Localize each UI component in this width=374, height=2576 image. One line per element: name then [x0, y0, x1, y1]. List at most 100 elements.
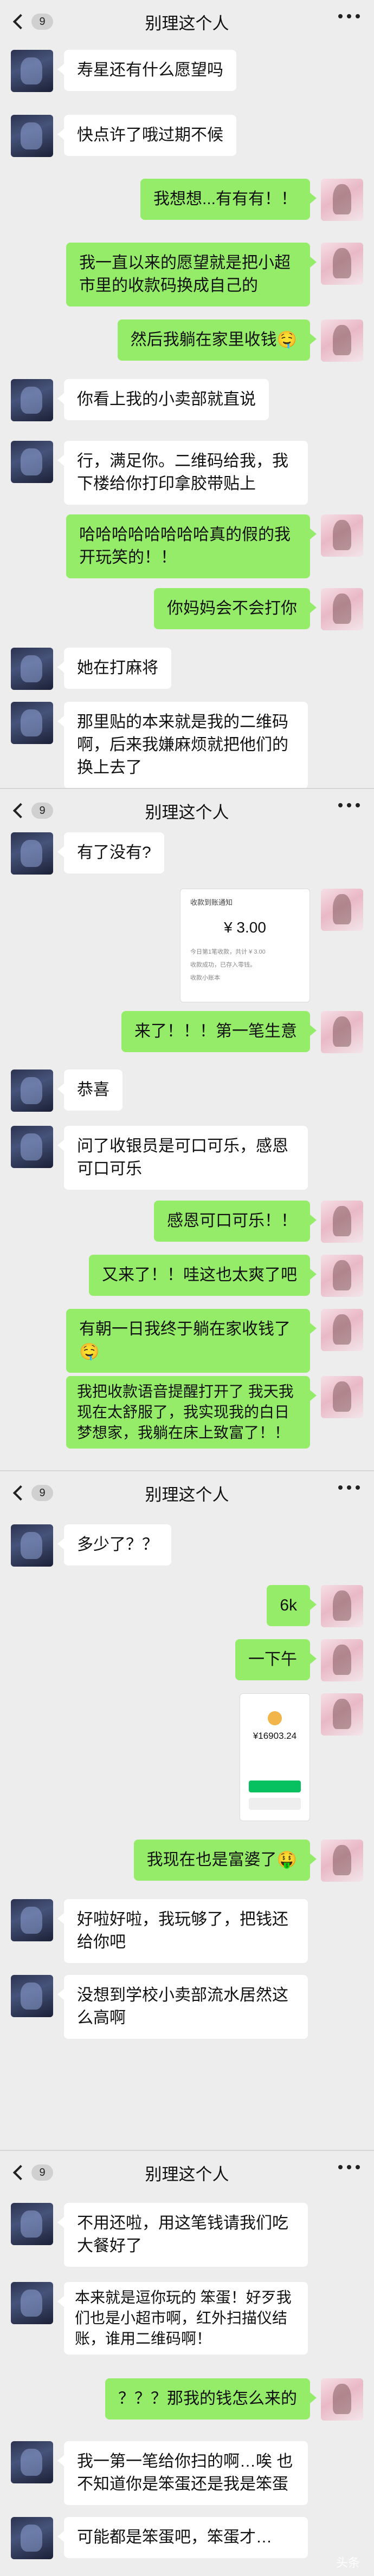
self-avatar[interactable]	[321, 1376, 363, 1418]
message-row: 我现在也是富婆了🤑	[133, 1840, 363, 1882]
message-bubble[interactable]: 感恩可口可乐！！	[154, 1201, 317, 1242]
self-avatar[interactable]	[321, 1255, 363, 1297]
message-bubble[interactable]: 一下午	[235, 1639, 317, 1680]
self-avatar[interactable]	[321, 1639, 363, 1681]
self-avatar[interactable]	[321, 243, 363, 285]
message-bubble[interactable]: 没想到学校小卖部流水居然这么高啊	[57, 1975, 308, 2039]
self-avatar[interactable]	[321, 1693, 363, 1736]
self-avatar[interactable]	[321, 2378, 363, 2421]
message-row: 一下午	[235, 1639, 363, 1681]
message-bubble[interactable]: 她在打麻将	[57, 648, 171, 689]
contact-avatar[interactable]	[11, 441, 53, 483]
contact-avatar[interactable]	[11, 832, 53, 875]
chat-title: 别理这个人	[145, 14, 229, 33]
message-row: 没想到学校小卖部流水居然这么高啊	[11, 1975, 308, 2039]
message-bubble[interactable]: 你妈妈会不会打你	[154, 588, 317, 629]
message-bubble[interactable]: 我一第一笔给你扫的啊…唉 也不知道你是笨蛋还是我是笨蛋	[57, 2441, 308, 2505]
back-button[interactable]: 9	[12, 0, 53, 43]
message-bubble[interactable]: 然后我躺在家里收钱🤤	[117, 319, 317, 361]
coin-icon	[268, 1711, 282, 1725]
message-row: 我想想...有有有！！	[140, 179, 363, 221]
chat-screen-2: 9 别理这个人 有了没有? 收款到账通知 ¥ 3.00 今日第1笔收款，共计 ¥…	[0, 788, 374, 1470]
more-options-icon[interactable]	[338, 1485, 360, 1490]
back-button[interactable]: 9	[12, 2151, 53, 2194]
contact-avatar[interactable]	[11, 2282, 53, 2324]
message-bubble[interactable]: 恭喜	[57, 1069, 122, 1111]
message-row: 寿星还有什么愿望吗	[11, 50, 236, 92]
message-bubble[interactable]: 问了收银员是可口可乐，感恩可口可乐	[57, 1126, 308, 1190]
message-bubble[interactable]: 我一直以来的愿望就是把小超市里的收款码换成自己的	[66, 243, 317, 306]
chat-title: 别理这个人	[145, 1485, 229, 1504]
more-options-icon[interactable]	[338, 803, 360, 807]
unread-count-badge: 9	[31, 803, 53, 819]
contact-avatar[interactable]	[11, 702, 53, 744]
message-bubble[interactable]: 有朝一日我终于躺在家收钱了🤤	[66, 1309, 317, 1373]
contact-avatar[interactable]	[11, 2441, 53, 2483]
wallet-balance-screenshot[interactable]: ¥16903.24	[240, 1693, 310, 1821]
message-bubble[interactable]: 你看上我的小卖部就直说	[57, 379, 269, 420]
message-row: 哈哈哈哈哈哈哈哈真的假的我开玩笑的！！	[66, 514, 363, 578]
message-row: 恭喜	[11, 1069, 122, 1112]
message-bubble[interactable]: 多少了？？	[57, 1524, 171, 1566]
message-bubble[interactable]: 那里贴的本来就是我的二维码啊，后来我嫌麻烦就把他们的换上去了	[57, 702, 308, 788]
message-bubble[interactable]: 本来就是逗你玩的 笨蛋！好歹我们也是小超市啊，红外扫描仪结账，谁用二维码啊！	[57, 2282, 308, 2355]
message-bubble[interactable]: 快点许了哦过期不候	[57, 115, 236, 156]
message-bubble[interactable]: ？？？那我的钱怎么来的	[105, 2378, 317, 2420]
more-options-icon[interactable]	[338, 2165, 360, 2169]
message-bubble[interactable]: 有了没有?	[57, 832, 164, 873]
self-avatar[interactable]	[321, 889, 363, 931]
message-bubble[interactable]: 又来了！！哇这也太爽了吧	[89, 1255, 317, 1296]
unread-count-badge: 9	[31, 14, 53, 30]
contact-avatar[interactable]	[11, 2203, 53, 2245]
message-row: 问了收银员是可口可乐，感恩可口可乐	[11, 1126, 308, 1190]
self-avatar[interactable]	[321, 1309, 363, 1351]
self-avatar[interactable]	[321, 1201, 363, 1243]
message-bubble[interactable]: 可能都是笨蛋吧，笨蛋才…	[57, 2517, 308, 2558]
chevron-left-icon	[12, 2164, 29, 2181]
message-row: 可能都是笨蛋吧，笨蛋才…	[11, 2517, 308, 2559]
contact-avatar[interactable]	[11, 1975, 53, 2017]
chat-screenshot-collage: 9 别理这个人 寿星还有什么愿望吗 快点许了哦过期不候 我想想...有有有！！ …	[0, 0, 374, 2576]
contact-avatar[interactable]	[11, 2517, 53, 2559]
back-button[interactable]: 9	[12, 1471, 53, 1515]
self-avatar[interactable]	[321, 514, 363, 557]
contact-avatar[interactable]	[11, 1524, 53, 1567]
message-bubble[interactable]: 我现在也是富婆了🤑	[133, 1840, 317, 1881]
message-row: 有了没有?	[11, 832, 164, 875]
message-bubble[interactable]: 来了！！！第一笔生意	[121, 1011, 317, 1052]
message-row: 我一第一笔给你扫的啊…唉 也不知道你是笨蛋还是我是笨蛋	[11, 2441, 308, 2505]
contact-avatar[interactable]	[11, 648, 53, 690]
self-avatar[interactable]	[321, 588, 363, 630]
contact-avatar[interactable]	[11, 50, 53, 92]
message-row: 多少了？？	[11, 1524, 171, 1567]
self-avatar[interactable]	[321, 1840, 363, 1882]
contact-avatar[interactable]	[11, 1899, 53, 1941]
back-button[interactable]: 9	[12, 789, 53, 832]
contact-avatar[interactable]	[11, 1126, 53, 1168]
message-bubble[interactable]: 行，满足你。二维码给我，我下楼给你打印拿胶带贴上	[57, 441, 308, 505]
message-row: 你妈妈会不会打你	[154, 588, 363, 630]
message-bubble[interactable]: 我把收款语音提醒打开了 我天我现在太舒服了，我实现我的白日梦想家，我躺在床上致富…	[66, 1376, 317, 1449]
message-bubble[interactable]: 不用还啦，用这笔钱请我们吃大餐好了	[57, 2203, 308, 2267]
message-bubble[interactable]: 哈哈哈哈哈哈哈哈真的假的我开玩笑的！！	[66, 514, 317, 578]
chat-screen-3: 9 别理这个人 多少了？？ 6k 一下午 ¥16903.24 我现在也是富婆了🤑…	[0, 1470, 374, 2150]
self-avatar[interactable]	[321, 179, 363, 221]
message-bubble[interactable]: 6k	[267, 1585, 317, 1626]
message-row: 来了！！！第一笔生意	[121, 1011, 363, 1053]
message-row: 你看上我的小卖部就直说	[11, 379, 269, 421]
message-row: 我一直以来的愿望就是把小超市里的收款码换成自己的	[66, 243, 363, 306]
message-row: 感恩可口可乐！！	[154, 1201, 363, 1243]
self-avatar[interactable]	[321, 1011, 363, 1053]
message-bubble[interactable]: 我想想...有有有！！	[140, 179, 317, 220]
payment-receipt-screenshot[interactable]: 收款到账通知 ¥ 3.00 今日第1笔收款，共计 ¥ 3.00 收款成功，已存入…	[180, 889, 310, 1002]
contact-avatar[interactable]	[11, 115, 53, 157]
more-options-icon[interactable]	[338, 14, 360, 18]
receipt-footer-link: 收款小账本	[190, 975, 220, 981]
chat-title: 别理这个人	[145, 2164, 229, 2184]
self-avatar[interactable]	[321, 1585, 363, 1627]
self-avatar[interactable]	[321, 319, 363, 362]
contact-avatar[interactable]	[11, 379, 53, 421]
message-bubble[interactable]: 好啦好啦，我玩够了，把钱还给你吧	[57, 1899, 308, 1963]
message-bubble[interactable]: 寿星还有什么愿望吗	[57, 50, 236, 91]
contact-avatar[interactable]	[11, 1069, 53, 1112]
